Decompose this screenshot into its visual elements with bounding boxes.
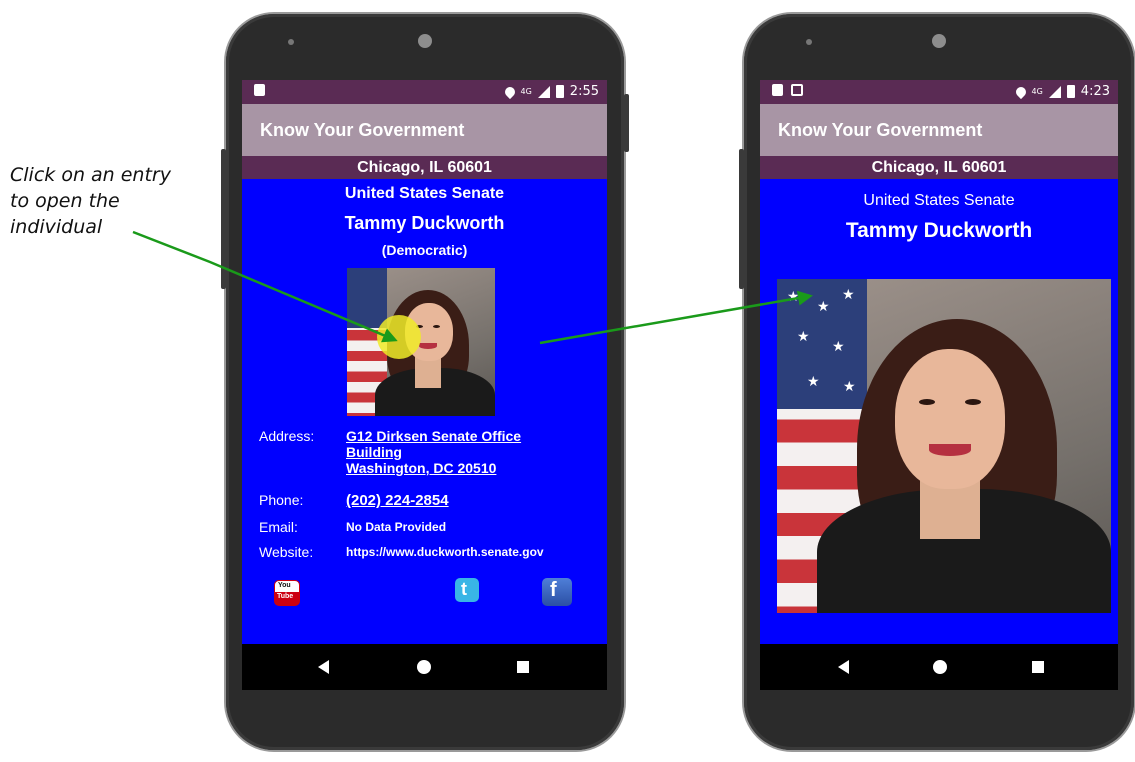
location-icon bbox=[1013, 84, 1028, 99]
annotation-line-2: to open the bbox=[10, 190, 120, 212]
facebook-icon[interactable]: f bbox=[542, 578, 572, 606]
battery-icon bbox=[555, 85, 564, 98]
status-bar: 4G 2:55 bbox=[242, 80, 607, 104]
email-row: Email: No Data Provided bbox=[259, 519, 599, 539]
location-icon bbox=[502, 84, 517, 99]
back-icon[interactable] bbox=[838, 660, 849, 674]
sd-card-icon bbox=[254, 84, 265, 96]
status-bar: 4G 4:23 bbox=[760, 80, 1118, 104]
annotation-text: Click on an entry to open the individual bbox=[10, 162, 210, 240]
left-phone-power-button bbox=[624, 94, 629, 152]
address-line-1: G12 Dirksen Senate Office bbox=[346, 428, 522, 444]
official-name: Tammy Duckworth bbox=[344, 213, 505, 233]
office-name: United States Senate bbox=[344, 185, 505, 202]
email-label: Email: bbox=[259, 519, 298, 535]
status-time: 4:23 bbox=[1080, 84, 1110, 99]
phone-link[interactable]: (202) 224-2854 bbox=[346, 492, 449, 509]
website-row: Website: https://www.duckworth.senate.go… bbox=[259, 544, 604, 564]
phone-row: Phone: (202) 224-2854 bbox=[259, 492, 599, 512]
annotation-line-3: individual bbox=[10, 216, 103, 238]
left-phone: 4G 2:55 Know Your Government Chicago, IL… bbox=[221, 14, 629, 750]
left-phone-volume-button bbox=[221, 149, 226, 289]
recents-icon[interactable] bbox=[517, 661, 529, 673]
right-phone-volume-button bbox=[739, 149, 744, 289]
app-bar: Know Your Government bbox=[760, 104, 1118, 156]
email-value: No Data Provided bbox=[346, 520, 447, 534]
address-line-2: Building bbox=[346, 444, 402, 460]
back-icon[interactable] bbox=[318, 660, 329, 674]
left-phone-camera bbox=[418, 34, 432, 48]
signal-icon bbox=[1048, 85, 1061, 98]
website-label: Website: bbox=[259, 544, 314, 560]
battery-icon bbox=[1066, 85, 1075, 98]
address-label: Address: bbox=[259, 428, 315, 444]
website-link[interactable]: https://www.duckworth.senate.gov bbox=[346, 545, 544, 559]
annotation-line-1: Click on an entry bbox=[10, 164, 171, 186]
home-icon[interactable] bbox=[933, 660, 947, 674]
signal-icon bbox=[537, 85, 550, 98]
official-photo-large: ★ ★ ★ ★ ★ ★ ★ bbox=[777, 279, 1111, 613]
address-link[interactable]: G12 Dirksen Senate Office Building Washi… bbox=[346, 428, 521, 476]
phone-label: Phone: bbox=[259, 492, 304, 508]
sd-card-icon bbox=[772, 84, 783, 96]
recents-icon[interactable] bbox=[1032, 661, 1044, 673]
address-line-3: Washington, DC 20510 bbox=[346, 460, 497, 476]
nav-bar bbox=[242, 644, 607, 690]
right-phone-speaker bbox=[806, 39, 812, 45]
location-bar: Chicago, IL 60601 bbox=[760, 156, 1118, 179]
network-type: 4G bbox=[520, 87, 532, 96]
left-screen: 4G 2:55 Know Your Government Chicago, IL… bbox=[242, 80, 607, 690]
tap-indicator bbox=[377, 315, 421, 359]
right-screen: 4G 4:23 Know Your Government Chicago, IL… bbox=[760, 80, 1118, 690]
address-row: Address: G12 Dirksen Senate Office Build… bbox=[259, 428, 599, 484]
app-title: Know Your Government bbox=[778, 120, 983, 140]
official-name: Tammy Duckworth bbox=[845, 219, 1033, 242]
youtube-icon[interactable]: You Tube bbox=[274, 580, 300, 606]
twitter-icon[interactable]: t bbox=[455, 578, 479, 602]
image-notification-icon bbox=[791, 84, 803, 96]
status-time: 2:55 bbox=[569, 84, 599, 99]
official-photo[interactable] bbox=[347, 268, 495, 416]
party-label: (Democratic) bbox=[381, 242, 468, 258]
left-phone-speaker bbox=[288, 39, 294, 45]
app-title: Know Your Government bbox=[260, 120, 465, 140]
network-type: 4G bbox=[1031, 87, 1043, 96]
right-phone-camera bbox=[932, 34, 946, 48]
location-bar: Chicago, IL 60601 bbox=[242, 156, 607, 179]
app-bar: Know Your Government bbox=[242, 104, 607, 156]
nav-bar bbox=[760, 644, 1118, 690]
right-phone: 4G 4:23 Know Your Government Chicago, IL… bbox=[739, 14, 1134, 750]
office-name: United States Senate bbox=[863, 192, 1015, 209]
home-icon[interactable] bbox=[417, 660, 431, 674]
